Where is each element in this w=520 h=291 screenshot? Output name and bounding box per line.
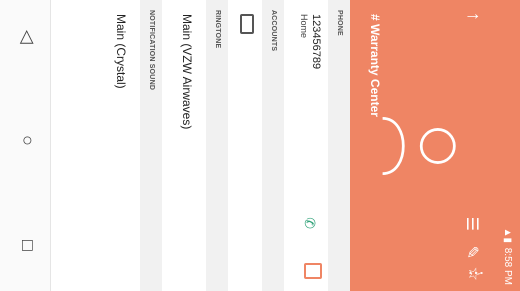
status-bar: ▲▮ 8:58 PM [492, 0, 520, 291]
phone-type: Home [299, 14, 309, 39]
ringtone-row[interactable]: Main (VZW Airwaves) [162, 0, 206, 291]
ringtone-value: Main (VZW Airwaves) [180, 14, 194, 130]
doc-icon[interactable]: ☰ [462, 217, 482, 231]
account-icon [240, 14, 254, 34]
square-recents-icon[interactable]: □ [17, 240, 38, 251]
phone-row[interactable]: 123456789 Home ✆ [284, 0, 328, 291]
avatar [382, 117, 456, 175]
contact-header: ↑ ☰ ✎ ☆ ⋮ # Warranty Center [350, 0, 492, 291]
phone-icon[interactable]: ✆ [301, 217, 318, 229]
status-time: 8:58 PM [502, 247, 513, 285]
overflow-icon[interactable]: ⋮ [466, 265, 486, 281]
arrow-up-icon[interactable]: ↑ [463, 12, 484, 21]
notification-value: Main (Crystal) [114, 14, 128, 89]
section-phone: PHONE [328, 0, 350, 291]
signal-icon: ▲▮ [502, 227, 513, 243]
section-accounts: ACCOUNTS [262, 0, 284, 291]
notification-row[interactable]: Main (Crystal) [100, 0, 140, 291]
triangle-back-icon[interactable]: ◁ [17, 30, 38, 44]
accounts-row[interactable] [228, 0, 262, 291]
pencil-icon[interactable]: ✎ [462, 246, 482, 259]
contact-name: # Warranty Center [368, 14, 382, 117]
navigation-bar: ◁ ○ □ [0, 0, 51, 291]
section-notification-sound: NOTIFICATION SOUND [140, 0, 162, 291]
contact-details-screen: ▲▮ 8:58 PM ↑ ☰ ✎ ☆ ⋮ # Warranty Center P… [0, 0, 520, 291]
message-icon[interactable] [304, 263, 322, 279]
section-ringtone: RINGTONE [206, 0, 228, 291]
circle-home-icon[interactable]: ○ [17, 135, 38, 146]
phone-number: 123456789 [310, 14, 322, 70]
